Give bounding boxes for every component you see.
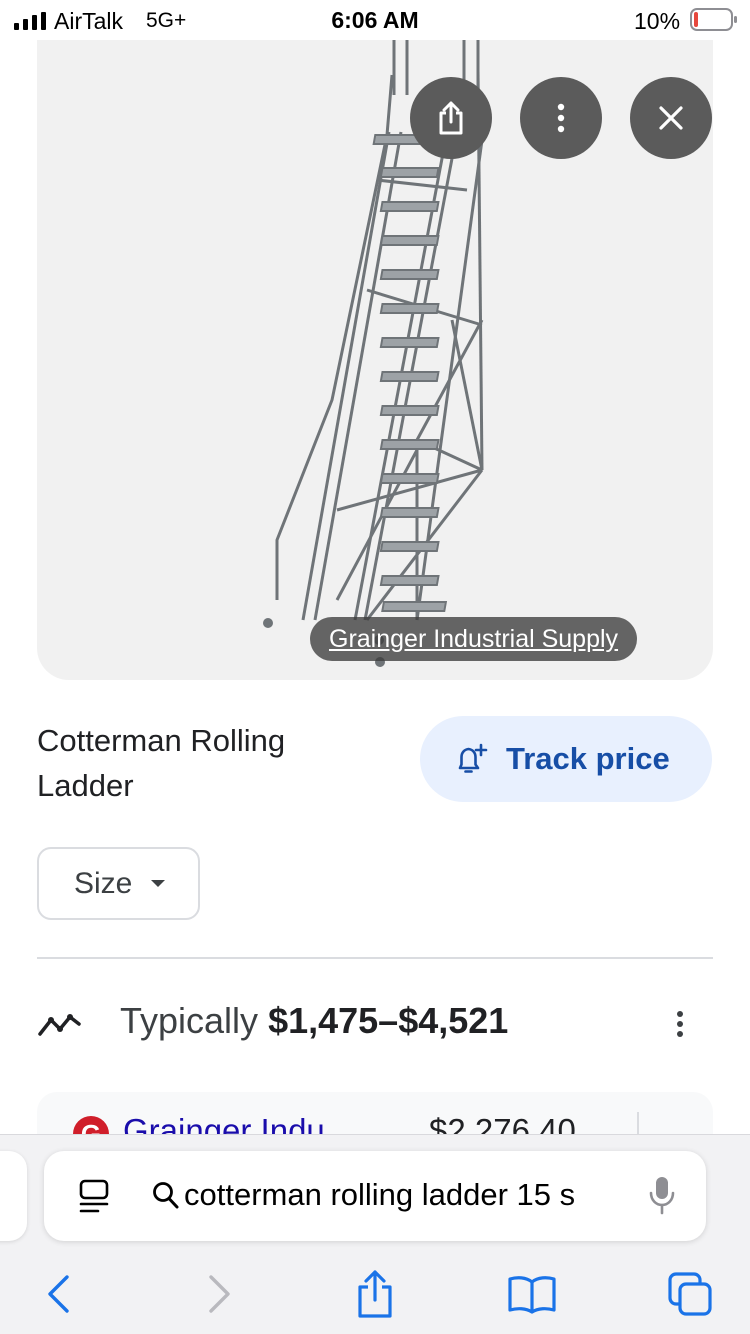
- close-viewer-button[interactable]: [630, 77, 712, 159]
- price-trend-icon: [38, 1014, 81, 1036]
- more-vertical-icon: [557, 103, 565, 133]
- typical-price-row: Typically $1,475–$4,521: [37, 998, 713, 1050]
- share-icon: [439, 101, 463, 135]
- size-label: Size: [74, 866, 133, 900]
- forward-icon: [209, 1275, 230, 1313]
- track-price-label: Track price: [506, 741, 670, 776]
- image-source-link[interactable]: Grainger Industrial Supply: [310, 617, 638, 661]
- product-title: Cotterman Rolling Ladder: [37, 723, 286, 803]
- bookmarks-button[interactable]: [502, 1269, 562, 1319]
- battery-percent: 10%: [634, 8, 681, 34]
- page-menu-icon: [79, 1179, 109, 1213]
- forward-button[interactable]: [190, 1269, 250, 1319]
- share-image-button[interactable]: [410, 77, 492, 159]
- previous-tab-preview[interactable]: [0, 1151, 27, 1241]
- bookmarks-icon: [508, 1276, 556, 1314]
- image-viewer: Grainger Industrial Supply: [37, 40, 713, 680]
- dropdown-arrow-icon: [151, 880, 166, 887]
- bell-plus-icon: [458, 743, 488, 773]
- tabs-button[interactable]: [660, 1269, 720, 1319]
- more-options-button[interactable]: [520, 77, 602, 159]
- microphone-icon[interactable]: [648, 1175, 676, 1217]
- search-icon: [153, 1182, 179, 1209]
- back-button[interactable]: [28, 1269, 88, 1319]
- close-icon: [659, 106, 683, 130]
- typical-price-range: $1,475–$4,521: [268, 1000, 509, 1041]
- tabs-icon: [668, 1272, 712, 1316]
- product-image[interactable]: [37, 40, 713, 680]
- share-page-button[interactable]: [345, 1269, 405, 1319]
- section-divider: [37, 957, 713, 959]
- status-bar: AirTalk 5G+ 6:06 AM 10%: [0, 0, 750, 40]
- typical-price: Typically $1,475–$4,521: [120, 1000, 508, 1042]
- track-price-button[interactable]: Track price: [420, 716, 712, 802]
- share-icon: [358, 1270, 392, 1318]
- address-bar[interactable]: cotterman rolling ladder 15 s: [44, 1151, 706, 1241]
- price-more-button[interactable]: [665, 1006, 695, 1042]
- typical-price-prefix: Typically: [120, 1000, 259, 1041]
- more-vertical-icon: [677, 1011, 683, 1037]
- address-text[interactable]: cotterman rolling ladder 15 s: [184, 1177, 614, 1213]
- safari-bottom-bar: cotterman rolling ladder 15 s: [0, 1134, 750, 1334]
- size-dropdown[interactable]: Size: [37, 847, 200, 920]
- back-icon: [48, 1275, 69, 1313]
- battery-icon: [690, 8, 737, 31]
